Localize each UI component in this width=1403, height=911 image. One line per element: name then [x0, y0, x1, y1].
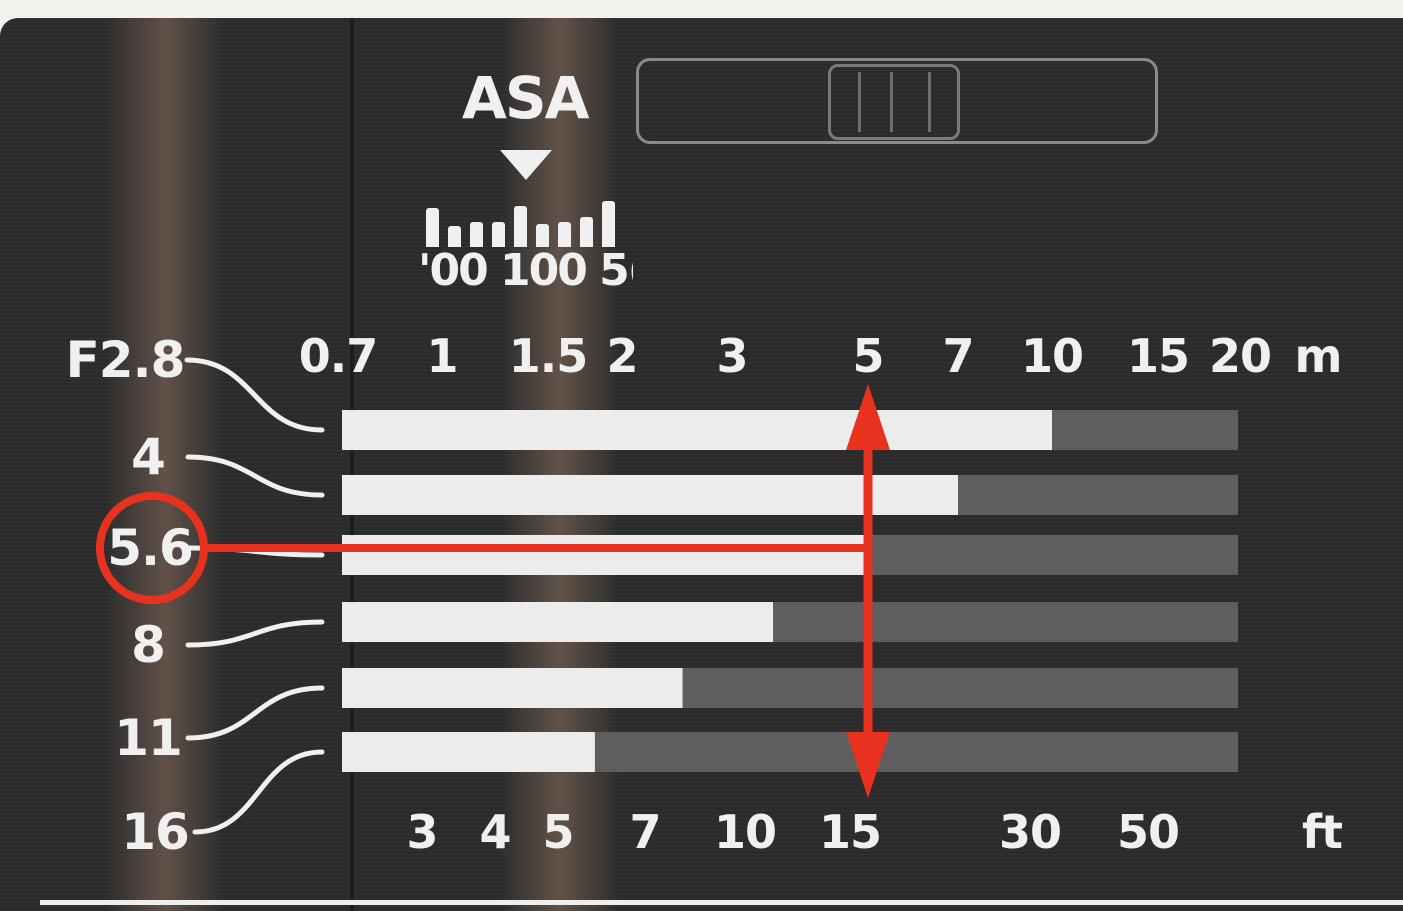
highlighted-aperture-label: 5.6	[107, 519, 194, 577]
sharp-zone-bar	[342, 668, 683, 708]
metre-tick-label: 15	[1126, 329, 1190, 383]
metre-tick-label: 0.7	[298, 329, 378, 383]
feet-tick-label: 4	[479, 805, 511, 859]
depth-of-field-chart	[96, 357, 1238, 835]
aperture-connector	[192, 749, 325, 835]
aperture-label: 16	[121, 803, 190, 861]
feet-tick-label: 7	[629, 805, 661, 859]
feet-tick-label: 3	[406, 805, 438, 859]
sharp-zone-bar	[342, 535, 868, 575]
aperture-connector	[185, 685, 325, 741]
exposure-guide-card: ASA '00 100 5( 0.7 1 1.5 2 3 5 7 10 15 20 m 3 4 5 7 10 1…	[0, 0, 1403, 911]
metre-tick-label: 2	[606, 329, 638, 383]
metre-tick-label: 3	[716, 329, 748, 383]
metre-tick-label: 5	[852, 329, 884, 383]
metre-tick-label: 1	[426, 329, 458, 383]
feet-tick-label: 50	[1116, 805, 1180, 859]
feet-tick-label: 15	[818, 805, 882, 859]
metre-unit-label: m	[1294, 329, 1343, 383]
feet-tick-label: 30	[998, 805, 1062, 859]
aperture-connector	[185, 454, 325, 498]
aperture-label: 8	[131, 616, 166, 674]
sharp-zone-bar	[342, 602, 774, 642]
feet-unit-label: ft	[1301, 805, 1343, 859]
metre-tick-label: 10	[1020, 329, 1084, 383]
sharp-zone-bar	[342, 732, 595, 772]
aperture-label: F2.8	[65, 331, 186, 389]
feet-tick-label: 10	[713, 805, 777, 859]
feet-tick-label: 5	[542, 805, 574, 859]
sharp-zone-bar	[342, 410, 1052, 450]
metre-tick-label: 1.5	[508, 329, 588, 383]
aperture-connector	[185, 619, 325, 648]
metre-tick-label: 20	[1208, 329, 1272, 383]
metre-tick-label: 7	[942, 329, 974, 383]
aperture-label: 11	[114, 709, 183, 767]
aperture-label: 4	[131, 428, 166, 486]
